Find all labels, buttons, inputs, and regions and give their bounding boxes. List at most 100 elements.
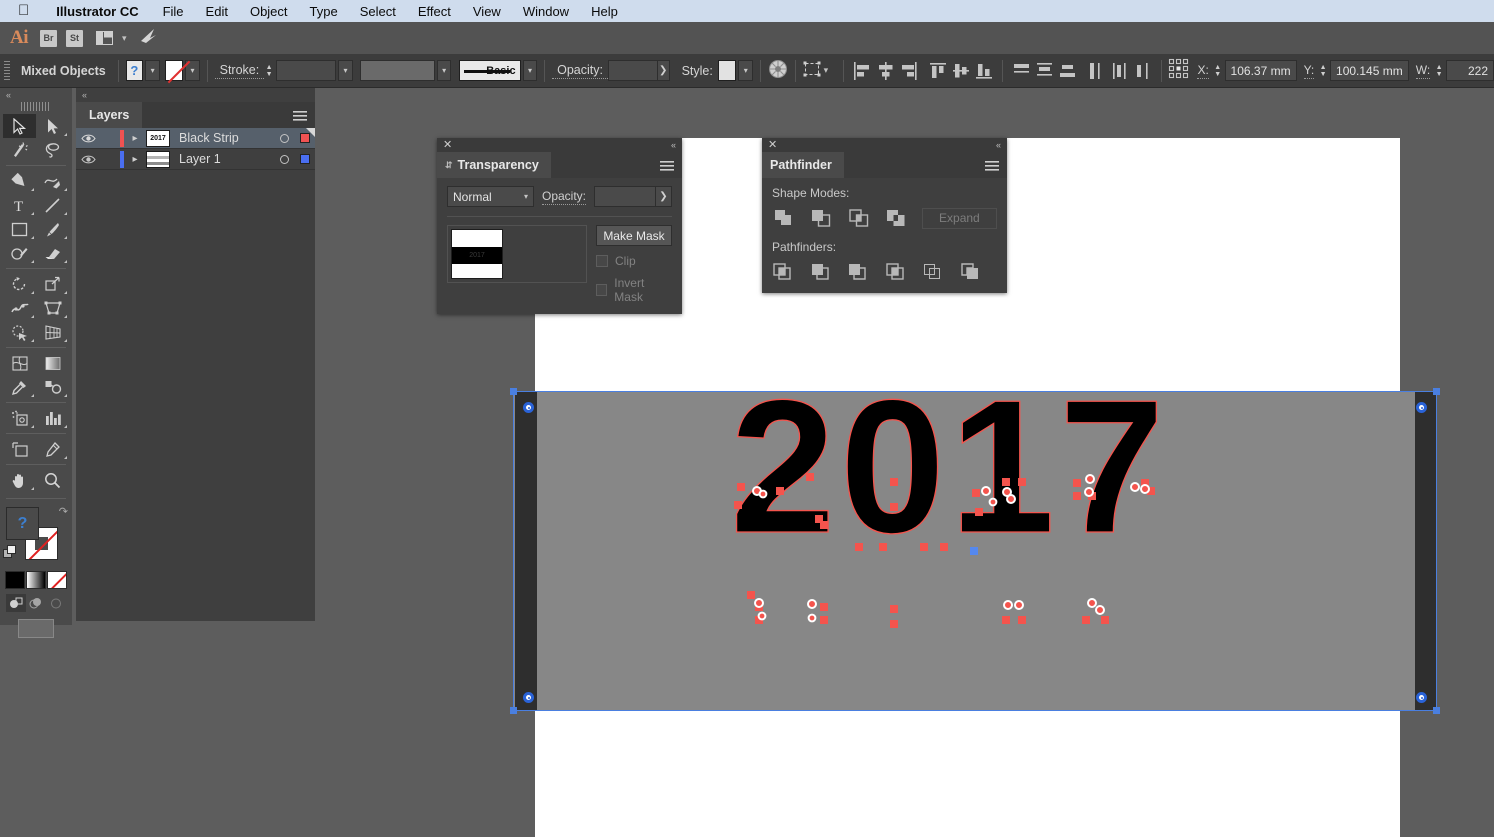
stock-button[interactable]: St	[66, 29, 83, 47]
shaper-tool[interactable]	[3, 241, 36, 265]
column-graph-tool[interactable]	[36, 406, 69, 430]
blend-tool[interactable]	[36, 375, 69, 399]
opacity-disclosure-icon[interactable]: ❯	[657, 60, 670, 81]
pen-tool[interactable]	[3, 169, 36, 193]
collapse-icon[interactable]: «	[671, 140, 676, 150]
gradient-button[interactable]	[25, 571, 46, 589]
transparency-titlebar[interactable]: ✕ «	[437, 138, 682, 152]
selection-tool[interactable]	[3, 114, 36, 138]
layer-row-layer-1[interactable]: ▸ Layer 1	[76, 149, 315, 170]
behance-icon[interactable]	[139, 28, 158, 49]
layer-target-indicator[interactable]	[273, 154, 295, 164]
stroke-weight-field[interactable]	[276, 60, 337, 81]
blend-mode-select[interactable]: Normal ▾	[447, 186, 534, 207]
align-top-icon[interactable]	[927, 59, 948, 83]
unite-icon[interactable]	[772, 207, 795, 229]
clip-checkbox[interactable]	[596, 255, 608, 267]
transform-panel-icon[interactable]	[803, 60, 821, 81]
distribute-vertical-center-icon[interactable]	[1034, 59, 1055, 83]
brush-chevron-down-icon[interactable]: ▾	[522, 60, 538, 81]
align-horizontal-center-icon[interactable]	[875, 59, 896, 83]
transparency-thumbnail-area[interactable]: 2017	[447, 225, 587, 283]
pathfinder-titlebar[interactable]: ✕ «	[762, 138, 1007, 152]
minus-front-icon[interactable]	[809, 207, 832, 229]
layers-panel-collapse-icon[interactable]: «	[76, 88, 315, 102]
layer-expand-arrow-icon[interactable]: ▸	[124, 154, 146, 165]
tab-transparency[interactable]: ⇵ Transparency	[437, 152, 551, 178]
arrange-documents-icon[interactable]	[96, 31, 113, 45]
make-mask-button[interactable]: Make Mask	[596, 225, 672, 246]
layer-visibility-icon[interactable]	[76, 154, 100, 165]
menu-app-name[interactable]: Illustrator CC	[43, 4, 151, 19]
slice-tool[interactable]	[36, 437, 69, 461]
object-anchor-top-left[interactable]	[523, 402, 534, 413]
type-tool[interactable]: T	[3, 193, 36, 217]
x-stepper[interactable]: ▲ ▼	[1213, 60, 1223, 81]
style-chevron-down-icon[interactable]: ▾	[738, 60, 754, 81]
menu-object[interactable]: Object	[239, 4, 299, 19]
expand-button[interactable]: Expand	[921, 207, 997, 229]
paintbrush-tool[interactable]	[36, 217, 69, 241]
distribute-bottom-icon[interactable]	[1057, 59, 1078, 83]
menu-type[interactable]: Type	[299, 4, 349, 19]
align-left-icon[interactable]	[852, 59, 873, 83]
change-screen-mode-button[interactable]	[18, 619, 54, 638]
tab-layers[interactable]: Layers	[76, 102, 143, 128]
eyedropper-tool[interactable]	[3, 375, 36, 399]
reference-point-icon[interactable]	[1168, 58, 1190, 83]
menu-window[interactable]: Window	[512, 4, 580, 19]
toolbar-grip[interactable]	[21, 102, 51, 111]
perspective-grid-tool[interactable]	[36, 320, 69, 344]
scale-tool[interactable]	[36, 272, 69, 296]
stroke-weight-label[interactable]: Stroke:	[214, 63, 265, 79]
minus-back-icon[interactable]	[960, 261, 983, 283]
y-field[interactable]: 100.145 mm	[1330, 60, 1409, 81]
toolbar-collapse-icon[interactable]: «	[0, 88, 72, 102]
layer-selection-chip[interactable]	[295, 154, 315, 164]
free-transform-tool[interactable]	[36, 296, 69, 320]
layer-name-layer-1[interactable]: Layer 1	[170, 152, 273, 166]
control-bar-grip[interactable]	[4, 60, 11, 81]
opacity-label[interactable]: Opacity:	[552, 63, 608, 79]
curvature-tool[interactable]	[36, 169, 69, 193]
tab-pathfinder[interactable]: Pathfinder	[762, 152, 844, 178]
black-strip-right[interactable]	[1415, 392, 1437, 710]
menu-view[interactable]: View	[462, 4, 512, 19]
recolor-artwork-icon[interactable]	[768, 59, 788, 82]
layer-name-black-strip[interactable]: Black Strip	[170, 131, 273, 145]
none-button[interactable]	[46, 571, 67, 589]
merge-icon[interactable]	[847, 261, 870, 283]
fill-chevron-down-icon[interactable]: ▾	[145, 60, 161, 81]
zoom-tool[interactable]	[36, 468, 69, 492]
fill-swatch[interactable]: ?	[125, 60, 144, 81]
transform-chevron-down-icon[interactable]: ▾	[824, 65, 829, 76]
brush-definition-field[interactable]: Basic	[459, 60, 521, 81]
menu-effect[interactable]: Effect	[407, 4, 462, 19]
align-vertical-center-icon[interactable]	[950, 59, 971, 83]
stroke-profile-chevron-down-icon[interactable]: ▾	[436, 60, 452, 81]
close-icon[interactable]: ✕	[768, 139, 777, 151]
object-anchor-bottom-right[interactable]	[1416, 692, 1427, 703]
x-field[interactable]: 106.37 mm	[1224, 60, 1297, 81]
arrange-chevron-down-icon[interactable]: ▾	[122, 33, 127, 44]
color-button[interactable]	[4, 571, 25, 589]
draw-behind-mode-icon[interactable]	[26, 594, 46, 612]
apple-menu-icon[interactable]: 	[0, 3, 43, 18]
menu-help[interactable]: Help	[580, 4, 629, 19]
invert-mask-checkbox[interactable]	[596, 284, 608, 296]
lasso-tool[interactable]	[36, 138, 69, 162]
transparency-object-thumbnail[interactable]: 2017	[451, 229, 503, 279]
stroke-swatch[interactable]	[165, 60, 184, 81]
divide-icon[interactable]	[772, 261, 795, 283]
symbol-sprayer-tool[interactable]	[3, 406, 36, 430]
swap-fill-stroke-icon[interactable]: ↷	[59, 505, 68, 518]
y-stepper[interactable]: ▲ ▼	[1318, 60, 1328, 81]
graphic-style-swatch[interactable]	[717, 60, 737, 81]
trim-icon[interactable]	[810, 261, 833, 283]
stroke-weight-stepper[interactable]: ▲ ▼	[264, 60, 274, 81]
toolbar-fill-swatch[interactable]: ?	[6, 507, 39, 540]
shape-builder-tool[interactable]	[3, 320, 36, 344]
direct-selection-tool[interactable]	[36, 114, 69, 138]
transparency-opacity-field[interactable]	[594, 186, 656, 207]
object-anchor-top-right[interactable]	[1416, 402, 1427, 413]
